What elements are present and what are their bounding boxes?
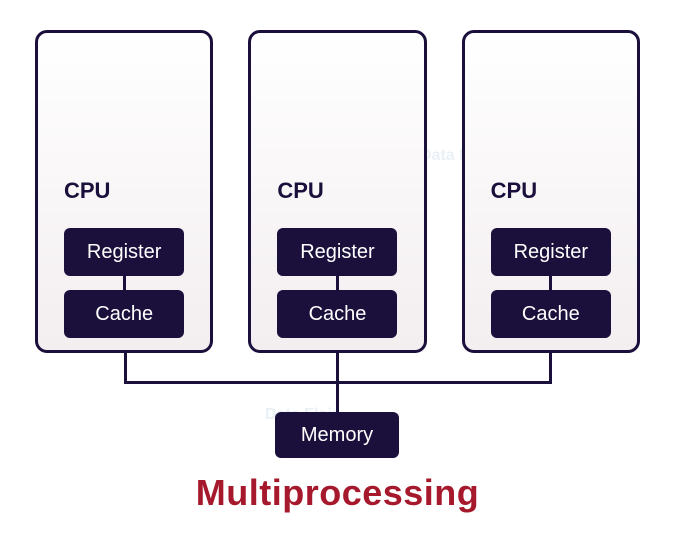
cache-box: Cache <box>277 290 397 338</box>
register-box: Register <box>491 228 611 276</box>
connector <box>549 276 552 290</box>
cpu-box-3: CPU Register Cache <box>462 30 640 353</box>
bus-stub-1 <box>124 353 127 383</box>
memory-box: Memory <box>275 412 399 458</box>
bus-memory-connector <box>336 381 339 413</box>
diagram-canvas: Data Flair Data Flair Data Flair CPU Reg… <box>0 0 675 537</box>
cpu-row: CPU Register Cache CPU Register Cache CP… <box>35 30 640 353</box>
cpu-label: CPU <box>277 178 323 204</box>
cache-box: Cache <box>64 290 184 338</box>
cpu-label: CPU <box>64 178 110 204</box>
register-box: Register <box>64 228 184 276</box>
register-box: Register <box>277 228 397 276</box>
cpu-box-2: CPU Register Cache <box>248 30 426 353</box>
cpu-label: CPU <box>491 178 537 204</box>
connector <box>336 276 339 290</box>
connector <box>123 276 126 290</box>
cpu-box-1: CPU Register Cache <box>35 30 213 353</box>
bus-stub-2 <box>336 353 339 383</box>
diagram-title: Multiprocessing <box>0 472 675 514</box>
bus-stub-3 <box>549 353 552 383</box>
cache-box: Cache <box>491 290 611 338</box>
